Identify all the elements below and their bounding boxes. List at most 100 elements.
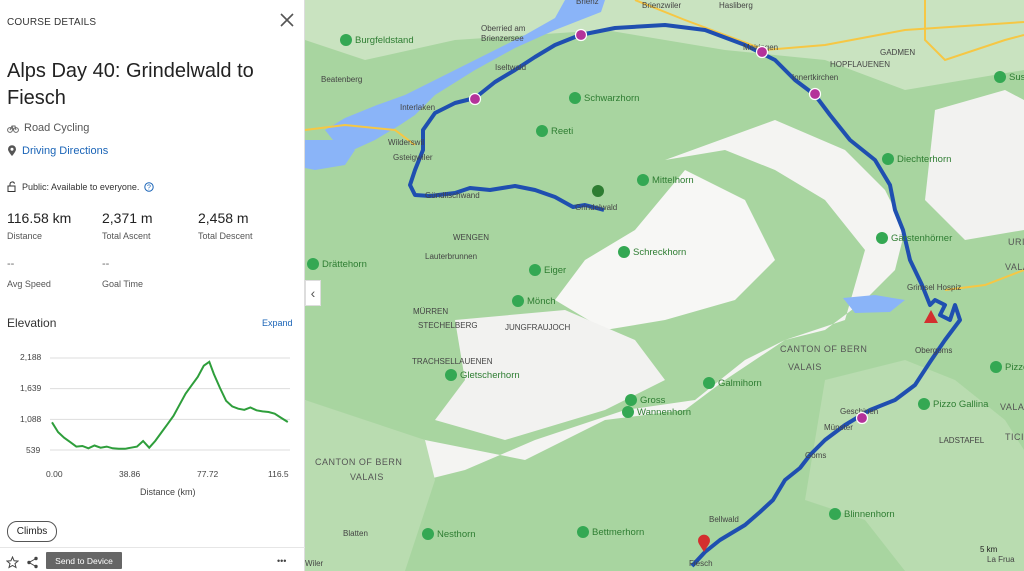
directions-row[interactable]: Driving Directions — [7, 145, 108, 157]
climbs-button[interactable]: Climbs — [7, 521, 57, 542]
course-details-panel: COURSE DETAILS Alps Day 40: Grindelwald … — [0, 0, 305, 571]
mountain-icon — [445, 369, 457, 381]
peak-label: Pizzo Gallina — [933, 399, 989, 410]
descent-label: Total Descent — [198, 231, 253, 241]
mountain-icon — [637, 174, 649, 186]
place-label: Brienzwiler — [642, 1, 681, 10]
place-label: Münster — [824, 423, 853, 432]
region-label: URI — [1008, 237, 1024, 247]
climb-marker-icon — [574, 28, 588, 42]
climb-marker-icon — [468, 92, 482, 106]
x-tick: 77.72 — [197, 469, 219, 479]
y-tick: 2,188 — [20, 352, 42, 362]
place-label: Interlaken — [400, 103, 435, 112]
place-label: Goms — [805, 451, 826, 460]
map-pin-icon — [8, 145, 16, 156]
region-label: VALAIS — [788, 362, 822, 372]
climb-marker-icon — [755, 45, 769, 59]
peak-label: Blinnenhorn — [844, 509, 895, 520]
mountain-icon — [876, 232, 888, 244]
mountain-icon — [536, 125, 548, 137]
driving-directions-link[interactable]: Driving Directions — [22, 145, 108, 157]
mountain-icon — [829, 508, 841, 520]
place-label: LADSTAFEL — [939, 436, 985, 445]
unlock-icon — [7, 181, 16, 192]
place-label: Hasliberg — [719, 1, 753, 10]
map-canvas[interactable]: Brienz Brienzwiler Hasliberg Oberried amBri… — [305, 0, 1024, 571]
mountain-icon — [422, 528, 434, 540]
peak-label: Mönch — [527, 296, 556, 307]
region-label: VALAIS — [1005, 262, 1024, 272]
peak-label: Mittelhorn — [652, 175, 694, 186]
mountain-icon — [512, 295, 524, 307]
help-icon[interactable]: ? — [144, 181, 155, 192]
peak-label: Eiger — [544, 265, 566, 276]
descent-value: 2,458 m — [198, 210, 249, 226]
bicycle-icon — [7, 125, 19, 133]
ascent-value: 2,371 m — [102, 210, 153, 226]
peak-label: Gärstenhörner — [891, 233, 952, 244]
peak-label: Gletscherhorn — [460, 370, 520, 381]
place-label: STECHELBERG — [418, 321, 478, 330]
activity-row: Road Cycling — [7, 122, 89, 134]
visibility-label: Public: Available to everyone. — [22, 181, 140, 192]
place-label: La Frua — [987, 555, 1015, 564]
peak-label: Schwarzhorn — [584, 93, 639, 104]
y-tick: 539 — [26, 445, 41, 455]
place-label: HOPFLAUENEN — [830, 60, 890, 69]
x-tick: 38.86 — [119, 469, 141, 479]
collapse-panel-button[interactable]: ‹ — [305, 280, 321, 306]
ascent-label: Total Ascent — [102, 231, 151, 241]
star-icon[interactable] — [6, 556, 19, 569]
share-icon[interactable] — [26, 556, 39, 569]
place-label: Gündlischwand — [425, 191, 480, 200]
place-label: GADMEN — [880, 48, 915, 57]
peak-label: Bettmerhorn — [592, 527, 644, 538]
start-marker-icon — [592, 185, 604, 197]
mountain-icon — [577, 526, 589, 538]
region-label: VALAIS — [350, 472, 384, 482]
place-label: Bellwald — [709, 515, 739, 524]
x-axis-label: Distance (km) — [140, 487, 196, 497]
place-label: WENGEN — [453, 233, 489, 242]
peak-label: Burgfeldstand — [355, 35, 414, 46]
close-icon[interactable] — [278, 11, 296, 29]
place-label: Obergoms — [915, 346, 952, 355]
elevation-chart[interactable] — [50, 350, 290, 460]
distance-label: Distance — [7, 231, 43, 241]
region-label: CANTON OF BERN — [780, 344, 867, 354]
region-label: TICI — [1005, 432, 1024, 442]
more-options-button[interactable]: ••• — [277, 556, 286, 566]
peak-label: Gross — [640, 395, 666, 406]
peak-label: Schreckhorn — [633, 247, 686, 258]
place-label: Wilderswil — [388, 138, 424, 147]
elevation-series-line — [51, 360, 289, 450]
expand-link[interactable]: Expand — [262, 318, 293, 328]
mountain-icon — [703, 377, 715, 389]
region-label: VALA — [1000, 402, 1024, 412]
course-title: Alps Day 40: Grindelwald to Fiesch — [7, 60, 254, 109]
speed-label: Avg Speed — [7, 279, 51, 289]
place-label: Iseltwald — [495, 63, 526, 72]
send-to-device-button[interactable]: Send to Device — [46, 552, 122, 569]
y-tick: 1,639 — [20, 383, 42, 393]
place-label: Beatenberg — [321, 75, 362, 84]
mountain-icon — [994, 71, 1006, 83]
place-label: Blatten — [343, 529, 368, 538]
place-label: Innertkirchen — [792, 73, 838, 82]
mountain-icon — [340, 34, 352, 46]
place-label: Wiler — [305, 559, 324, 568]
peak-label: Sustenhorn — [1009, 72, 1024, 83]
peak-label: Pizzo Rot — [1005, 362, 1024, 373]
peak-label: Galmihorn — [718, 378, 762, 389]
route-map[interactable]: Brienz Brienzwiler Hasliberg Oberried am Bri… — [305, 0, 1024, 571]
x-tick: 0.00 — [46, 469, 63, 479]
mountain-icon — [569, 92, 581, 104]
mountain-icon — [882, 153, 894, 165]
place-label: Brienzersee — [481, 34, 524, 43]
activity-label: Road Cycling — [24, 122, 90, 134]
y-tick: 1,088 — [20, 414, 42, 424]
mountain-icon — [990, 361, 1002, 373]
region-label: CANTON OF BERN — [315, 457, 402, 467]
peak-label: Nesthorn — [437, 529, 476, 540]
